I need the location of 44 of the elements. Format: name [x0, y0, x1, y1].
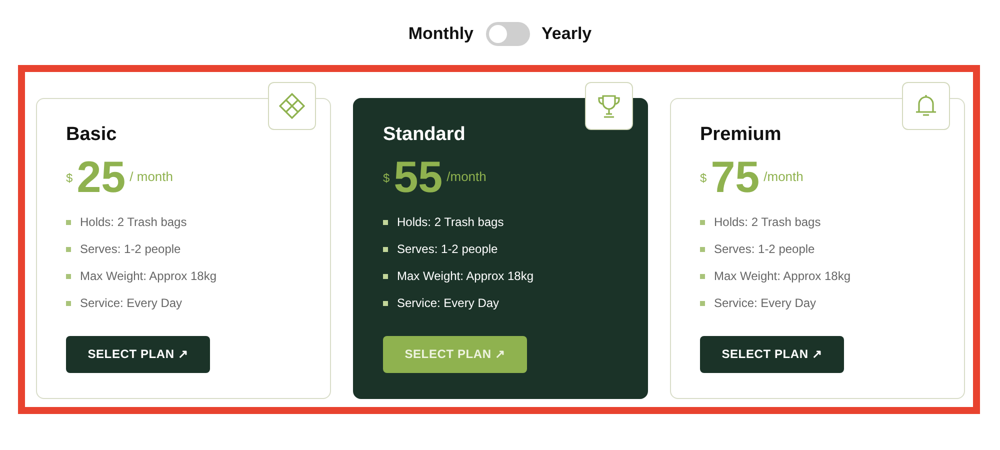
bullet-icon — [700, 246, 705, 252]
bullet-icon — [383, 246, 388, 252]
feature-text: Holds: 2 Trash bags — [80, 214, 187, 231]
bullet-icon — [383, 274, 388, 278]
toggle-switch[interactable] — [486, 22, 530, 46]
plan-name: Premium — [700, 123, 782, 147]
bullet-icon — [66, 300, 71, 306]
toggle-label: Monthly — [408, 23, 474, 46]
feature-text: Service: Every Day — [80, 295, 182, 312]
bullet-icon — [383, 300, 388, 306]
toggle-label: Yearly — [542, 23, 592, 46]
plan-price: 55 — [394, 156, 443, 200]
bullet-icon — [700, 274, 705, 278]
select-plan-button[interactable]: SELECT PLAN ↗ — [700, 336, 844, 372]
trophy-icon — [596, 93, 622, 119]
bullet-icon — [383, 220, 388, 224]
bullet-icon — [66, 246, 71, 252]
feature-text: Max Weight: Approx 18kg — [80, 268, 217, 285]
price-period: /month — [446, 168, 486, 186]
plan-price: 75 — [710, 156, 760, 200]
plan-name: Basic — [66, 123, 118, 147]
diamond-grid-icon — [279, 93, 305, 119]
price-period: / month — [130, 168, 173, 186]
feature-text: Holds: 2 Trash bags — [397, 214, 504, 231]
bell-icon — [913, 93, 939, 119]
feature-text: Max Weight: Approx 18kg — [714, 268, 851, 285]
currency-symbol: $ — [700, 170, 707, 186]
price-period: /month — [764, 168, 804, 186]
plan-price: 25 — [76, 156, 126, 200]
feature-text: Serves: 1-2 people — [80, 241, 181, 258]
select-plan-button[interactable]: SELECT PLAN ↗ — [66, 336, 210, 372]
bullet-icon — [66, 220, 71, 224]
currency-symbol: $ — [66, 170, 73, 186]
currency-symbol: $ — [383, 170, 390, 186]
bullet-icon — [700, 220, 705, 224]
feature-text: Holds: 2 Trash bags — [714, 214, 821, 231]
bullet-icon — [66, 274, 71, 278]
bullet-icon — [700, 300, 705, 306]
feature-text: Service: Every Day — [397, 295, 500, 312]
feature-text: Serves: 1-2 people — [397, 241, 498, 258]
plan-name: Standard — [383, 123, 466, 147]
feature-text: Max Weight: Approx 18kg — [397, 268, 534, 285]
feature-text: Service: Every Day — [714, 295, 816, 312]
feature-text: Serves: 1-2 people — [714, 241, 815, 258]
